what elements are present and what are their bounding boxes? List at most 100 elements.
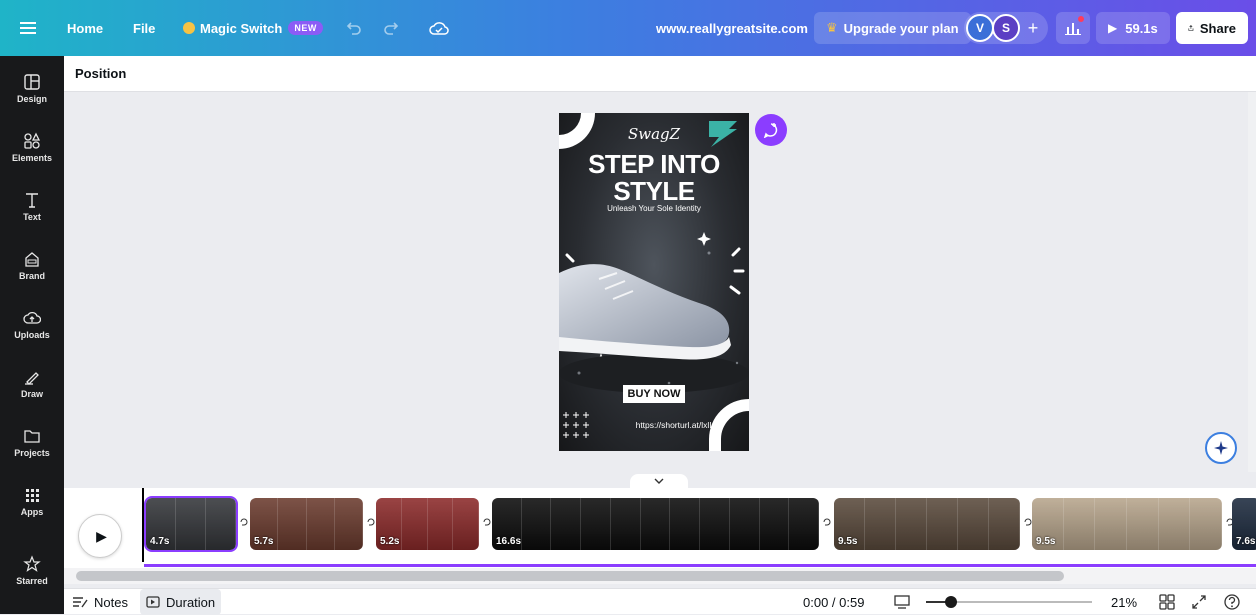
timeline-clip[interactable]: 9.5s	[1032, 498, 1222, 550]
clip-frame	[306, 498, 335, 550]
add-comment-button[interactable]	[755, 114, 787, 146]
clip-frame	[896, 498, 927, 550]
notes-button[interactable]: Notes	[72, 589, 128, 615]
clip-frame	[176, 498, 206, 550]
play-icon: ▶	[1108, 21, 1118, 35]
clip-frame	[581, 498, 611, 550]
clip-frame	[278, 498, 307, 550]
timecode: 0:00 / 0:59	[803, 594, 865, 610]
clip-frame	[789, 498, 819, 550]
timeline-clip[interactable]: 5.7s	[250, 498, 363, 550]
crown-icon	[183, 22, 195, 34]
page-view-icon[interactable]	[894, 589, 910, 615]
sidebar-item-label: Projects	[14, 447, 50, 458]
transition-icon[interactable]	[238, 515, 250, 529]
sneaker-image	[559, 251, 749, 393]
clip-frame	[1190, 498, 1222, 550]
duration-label: Duration	[166, 594, 216, 610]
clip-frame	[521, 498, 552, 550]
transition-icon[interactable]	[821, 515, 833, 529]
timeline-clip[interactable]: 5.2s	[376, 498, 479, 550]
sidebar-item-starred[interactable]: Starred	[0, 542, 64, 598]
buy-now-button: BUY NOW	[623, 385, 685, 403]
present-duration: 59.1s	[1125, 20, 1158, 36]
clip-frame	[334, 498, 363, 550]
brand-icon	[25, 251, 39, 267]
chart-icon	[1065, 23, 1081, 35]
zoom-level[interactable]: 21%	[1111, 589, 1137, 615]
clip-frame	[610, 498, 641, 550]
clip-duration: 16.6s	[496, 536, 522, 547]
chevron-down-icon	[654, 478, 664, 484]
clip-frame	[729, 498, 760, 550]
grid-view-icon[interactable]	[1159, 589, 1175, 615]
upgrade-label: Upgrade your plan	[843, 20, 959, 36]
file-menu[interactable]: File	[133, 0, 155, 56]
timeline-scrollbar[interactable]	[64, 568, 1256, 584]
sparkle-icon	[1214, 441, 1228, 455]
zoom-slider[interactable]	[926, 589, 1092, 615]
clip-frame	[206, 498, 236, 550]
sidebar-item-label: Uploads	[14, 329, 50, 340]
analytics-button[interactable]	[1056, 0, 1090, 56]
clip-frame	[759, 498, 790, 550]
sidebar-item-label: Draw	[20, 388, 43, 399]
share-button[interactable]: Share	[1176, 12, 1248, 44]
timeline-clip[interactable]: 7.6s	[1232, 498, 1256, 550]
position-button[interactable]: Position	[75, 66, 126, 81]
timeline-collapse-button[interactable]	[630, 474, 688, 488]
scrollbar-thumb[interactable]	[76, 571, 1064, 581]
timeline-play-button[interactable]: ▶	[78, 514, 122, 558]
text-icon	[26, 192, 38, 208]
hamburger-icon[interactable]	[20, 0, 36, 56]
avatar[interactable]: V	[966, 14, 994, 42]
timeline-clip[interactable]: 4.7s	[144, 496, 238, 552]
tagline: Unleash Your Sole Identity	[607, 204, 701, 213]
duration-button[interactable]: Duration	[140, 589, 222, 615]
grid-icon	[26, 488, 39, 502]
undo-icon[interactable]	[346, 0, 362, 56]
site-link[interactable]: www.reallygreatsite.com	[656, 0, 808, 56]
help-icon[interactable]	[1224, 589, 1240, 615]
upgrade-button[interactable]: ♛ Upgrade your plan	[814, 12, 971, 44]
redo-icon[interactable]	[383, 0, 399, 56]
crown-icon: ♛	[826, 20, 838, 35]
sidebar-item-apps[interactable]: Apps	[0, 473, 64, 529]
clip-frame	[640, 498, 671, 550]
clip-frame	[927, 498, 958, 550]
home-menu[interactable]: Home	[67, 0, 103, 56]
clip-frame	[1095, 498, 1128, 550]
sidebar-item-draw[interactable]: Draw	[0, 355, 64, 411]
clip-frame	[427, 498, 454, 550]
sidebar-item-text[interactable]: Text	[0, 178, 64, 234]
present-button[interactable]: ▶ 59.1s	[1096, 12, 1170, 44]
star-icon	[23, 554, 41, 572]
add-collaborator-icon[interactable]: +	[1020, 18, 1046, 39]
canvas-scrollbar[interactable]	[1248, 92, 1256, 472]
notes-icon	[73, 597, 88, 608]
sidebar-item-projects[interactable]: Projects	[0, 414, 64, 470]
magic-switch-button[interactable]: Magic Switch NEW	[183, 0, 323, 56]
audio-track	[144, 564, 1256, 567]
timeline-clip[interactable]: 9.5s	[834, 498, 1020, 550]
timeline-clip[interactable]: 16.6s	[492, 498, 819, 550]
timer-icon	[146, 596, 160, 608]
playhead[interactable]	[142, 488, 144, 562]
top-bar: Home File Magic Switch NEW www.reallygre…	[0, 0, 1256, 56]
sidebar-item-brand[interactable]: Brand	[0, 237, 64, 293]
sidebar-item-design[interactable]: Design	[0, 60, 64, 116]
share-icon	[1188, 25, 1194, 31]
sidebar-item-elements[interactable]: Elements	[0, 119, 64, 175]
magic-assistant-button[interactable]	[1205, 432, 1237, 464]
sidebar-item-label: Text	[23, 211, 41, 222]
design-page[interactable]: SwagZ STEP INTO STYLE Unleash Your Sole …	[559, 113, 749, 451]
sidebar-item-uploads[interactable]: Uploads	[0, 296, 64, 352]
timeline: ▶ 4.7s 5.7s 5.2s 16.6s 9.5s 9.5s 7.6s	[64, 488, 1256, 568]
cloud-save-icon[interactable]	[429, 0, 449, 56]
zoom-slider-knob[interactable]	[944, 596, 957, 608]
avatar[interactable]: S	[992, 14, 1020, 42]
clip-frame	[1158, 498, 1191, 550]
clip-frame	[1127, 498, 1159, 550]
clip-frame	[401, 498, 428, 550]
fullscreen-icon[interactable]	[1192, 589, 1206, 615]
